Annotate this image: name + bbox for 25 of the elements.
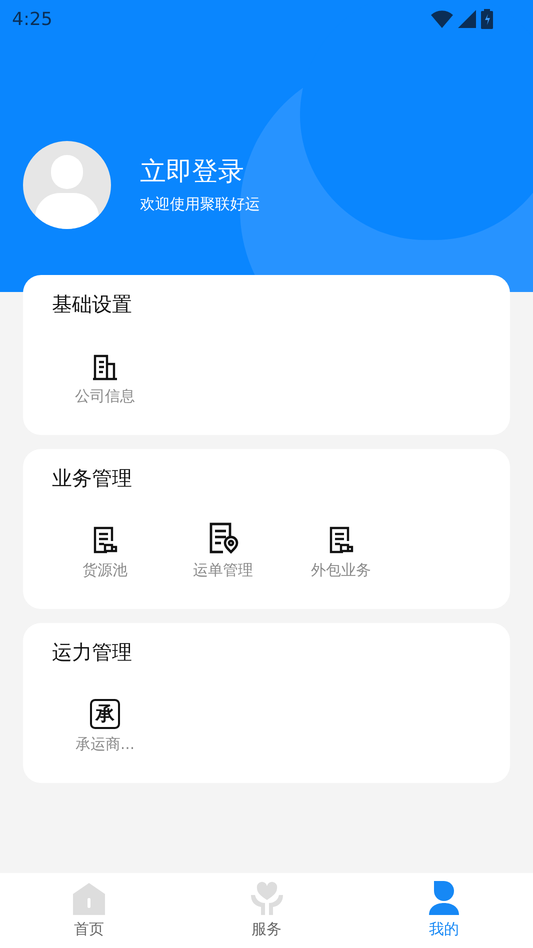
battery-icon [481, 9, 493, 29]
section-title: 基础设置 [52, 291, 133, 318]
menu-item[interactable]: 公司信息 [46, 347, 164, 408]
user-icon [428, 880, 460, 916]
welcome-text: 欢迎使用聚联好运 [140, 194, 260, 216]
nav-tab[interactable]: 我的 [355, 873, 533, 948]
glyph-icon: 承 [90, 699, 120, 729]
section-title: 运力管理 [52, 639, 133, 666]
menu-item[interactable]: 承 承运商... [46, 695, 164, 756]
heart-hands-icon [248, 880, 284, 916]
document-pin-icon [207, 521, 239, 555]
section-title: 业务管理 [52, 465, 133, 492]
document-truck-icon [91, 525, 119, 555]
wifi-icon [431, 10, 453, 28]
building-icon [91, 353, 119, 381]
nav-tab[interactable]: 服务 [178, 873, 356, 948]
nav-tab[interactable]: 首页 [0, 873, 178, 948]
document-truck-icon [327, 525, 355, 555]
home-icon [72, 882, 106, 916]
signal-icon [458, 10, 476, 28]
menu-item[interactable]: 货源池 [46, 521, 164, 582]
menu-item[interactable]: 外包业务 [282, 521, 400, 582]
status-time: 4:25 [12, 8, 52, 32]
menu-item[interactable]: 运单管理 [164, 521, 282, 582]
login-title[interactable]: 立即登录 [140, 154, 260, 190]
